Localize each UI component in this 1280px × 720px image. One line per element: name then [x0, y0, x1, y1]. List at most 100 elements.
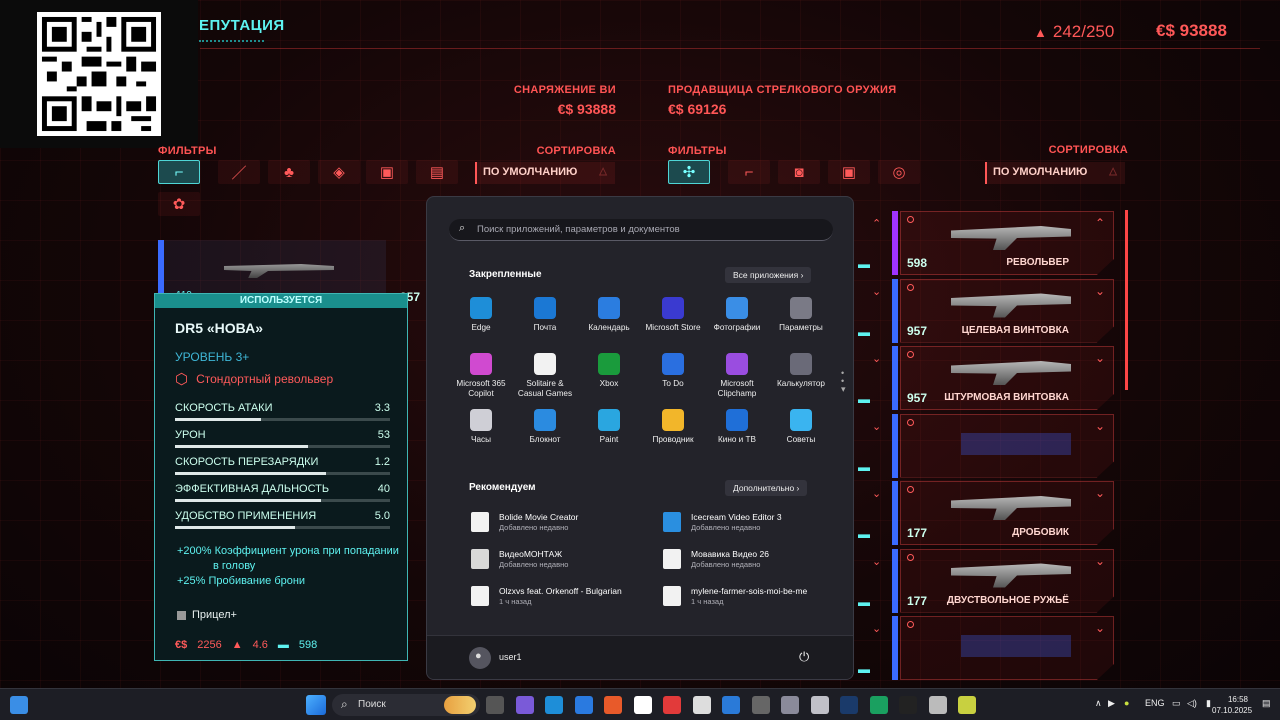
armor-icon: ♣ — [284, 163, 294, 181]
start-search-input[interactable]: ⌕ Поиск приложений, параметров и документ… — [449, 219, 833, 241]
clock[interactable]: 16:58 07.10.2025 — [1212, 694, 1252, 716]
pinned-app[interactable]: Календарь — [577, 297, 641, 333]
battery-icon[interactable]: ▮ — [1206, 698, 1211, 709]
gears-icon: ✿ — [172, 196, 186, 213]
chevron-icon[interactable]: ⌃ — [872, 217, 881, 230]
recommended-item[interactable]: Bolide Movie Creator Добавлено недавно — [471, 510, 651, 538]
filter-cyberware[interactable]: ◎ — [878, 160, 920, 184]
filter-vehicle[interactable]: ▣ — [366, 160, 408, 184]
filter-armor[interactable]: ♣ — [268, 160, 310, 184]
recommended-title: mylene-farmer-sois-moi-be-me — [691, 586, 808, 596]
taskbar-search[interactable]: ⌕ Поиск — [332, 694, 480, 716]
stat-bar-track — [175, 472, 390, 475]
taskbar-app-icon[interactable] — [840, 696, 858, 714]
recommended-item[interactable]: Olzxvs feat. Orkenoff - Bulgarian 1 ч наз… — [471, 584, 651, 612]
pinned-app[interactable]: To Do — [641, 353, 705, 389]
filter-all-selected[interactable]: ✣ — [668, 160, 710, 184]
notification-icon[interactable]: ▤ — [1262, 698, 1271, 709]
left-sort-dropdown[interactable]: ПО УМОЛЧАНИЮ △ — [475, 162, 615, 184]
taskbar-app-icon[interactable] — [574, 696, 593, 714]
filter-components[interactable]: ✿ — [158, 192, 200, 216]
pinned-app[interactable]: Фотографии — [705, 297, 769, 333]
chevron-icon[interactable]: ⌄ — [872, 622, 881, 635]
filter-consumable[interactable]: ◈ — [318, 160, 360, 184]
chevron-icon[interactable]: ⌄ — [872, 555, 881, 568]
recommended-item[interactable]: ВидеоМОНТАЖ Добавлено недавно — [471, 547, 651, 575]
pinned-app[interactable]: Часы — [449, 409, 513, 445]
chevron-icon[interactable]: ⌄ — [872, 420, 881, 433]
pinned-app[interactable]: Edge — [449, 297, 513, 333]
more-button[interactable]: Дополнительно › — [725, 480, 808, 496]
filter-crafting[interactable]: ▤ — [416, 160, 458, 184]
widgets-icon[interactable] — [10, 696, 28, 714]
vendor-scrollbar[interactable] — [1125, 210, 1128, 390]
tray-icon[interactable]: ● — [1124, 698, 1129, 708]
power-icon[interactable]: ⏻ — [799, 649, 809, 665]
taskbar-app-icon[interactable] — [899, 696, 917, 714]
vendor-item[interactable]: ⌄ 177 ДРОБОВИК — [900, 481, 1114, 545]
volume-icon[interactable]: ◁) — [1187, 698, 1197, 709]
chevron-icon[interactable]: ⌄ — [872, 487, 881, 500]
taskbar-app-icon[interactable] — [515, 696, 534, 714]
weapon-image — [951, 226, 1071, 250]
vendor-item[interactable]: ⌃ 598 РЕВОЛЬВЕР — [900, 211, 1114, 275]
recommended-item[interactable]: Icecream Video Editor 3 Добавлено недавно — [663, 510, 843, 538]
taskbar-app-icon[interactable] — [928, 696, 947, 714]
taskbar-app-icon[interactable] — [869, 696, 888, 714]
tray-chevron-icon[interactable]: ∧ — [1095, 698, 1102, 709]
pinned-app[interactable]: Проводник — [641, 409, 705, 445]
pinned-app[interactable]: Microsoft Store — [641, 297, 705, 333]
taskbar-app-icon[interactable] — [810, 696, 829, 714]
triangle-icon: △ — [599, 166, 607, 177]
user-avatar[interactable]: ● — [469, 647, 491, 669]
taskbar-app-icon[interactable] — [722, 696, 740, 714]
pinned-app[interactable]: Xbox — [577, 353, 641, 389]
taskbar-app-icon[interactable] — [958, 696, 976, 714]
pinned-app[interactable]: Кино и ТВ — [705, 409, 769, 445]
tray-icon[interactable]: ▶ — [1108, 698, 1115, 709]
vendor-item[interactable]: ⌄ — [900, 616, 1114, 680]
vendor-item[interactable]: ⌄ 177 ДВУСТВОЛЬНОЕ РУЖЬЁ — [900, 548, 1114, 613]
stat-label: СКОРОСТЬ ПЕРЕЗАРЯДКИ — [175, 456, 319, 468]
filter-pistol[interactable]: ⌐ — [728, 160, 770, 184]
filter-blade[interactable]: ／ — [218, 160, 260, 184]
left-filters-label: ФИЛЬТРЫ — [158, 145, 217, 157]
vendor-item[interactable]: ⌄ 957 ЦЕЛЕВАЯ ВИНТОВКА — [900, 278, 1114, 343]
vendor-item[interactable]: ⌄ — [900, 413, 1114, 478]
taskbar-app-icon[interactable] — [604, 696, 622, 714]
pinned-app[interactable]: Параметры — [769, 297, 833, 333]
taskbar-app-icon[interactable] — [692, 696, 711, 714]
vendor-item[interactable]: ⌄ 957 ШТУРМОВАЯ ВИНТОВКА — [900, 346, 1114, 410]
page-dots-icon[interactable]: • • ▾ — [841, 369, 846, 394]
pinned-app[interactable]: Калькулятор — [769, 353, 833, 389]
pinned-app[interactable]: Почта — [513, 297, 577, 333]
pinned-app[interactable]: Советы — [769, 409, 833, 445]
pinned-app[interactable]: Блокнот — [513, 409, 577, 445]
user-name[interactable]: user1 — [499, 652, 522, 662]
pinned-app[interactable]: Solitaire & Casual Games — [513, 353, 577, 399]
pinned-app[interactable]: Microsoft 365 Copilot — [449, 353, 513, 399]
language-indicator[interactable]: ENG — [1145, 698, 1165, 708]
all-apps-button[interactable]: Все приложения › — [725, 267, 812, 283]
taskbar-app-icon[interactable] — [633, 696, 652, 714]
recommended-item[interactable]: Мовавика Видео 26 Добавлено недавно — [663, 547, 843, 575]
taskbar-app-icon[interactable] — [486, 696, 504, 714]
pinned-app[interactable]: Microsoft Clipchamp — [705, 353, 769, 399]
chevron-icon[interactable]: ⌄ — [872, 352, 881, 365]
pinned-app[interactable]: Paint — [577, 409, 641, 445]
filter-grenade[interactable]: ◙ — [778, 160, 820, 184]
right-sort-dropdown[interactable]: ПО УМОЛЧАНИЮ △ — [985, 162, 1125, 184]
item-weight: 4.6 — [252, 639, 268, 651]
item-dps: 598 — [298, 639, 318, 651]
network-icon[interactable]: ▭ — [1172, 698, 1181, 709]
taskbar-app-icon[interactable] — [663, 696, 681, 714]
taskbar-app-icon[interactable] — [751, 696, 770, 714]
chevron-icon[interactable]: ⌄ — [872, 285, 881, 298]
windows-start-icon[interactable] — [306, 695, 326, 715]
filter-pistol-selected[interactable]: ⌐ — [158, 160, 200, 184]
header-divider — [200, 48, 1260, 49]
filter-vehicle[interactable]: ▣ — [828, 160, 870, 184]
taskbar-app-icon[interactable] — [781, 696, 799, 714]
taskbar-app-icon[interactable] — [545, 696, 563, 714]
recommended-item[interactable]: mylene-farmer-sois-moi-be-me 1 ч назад — [663, 584, 843, 612]
